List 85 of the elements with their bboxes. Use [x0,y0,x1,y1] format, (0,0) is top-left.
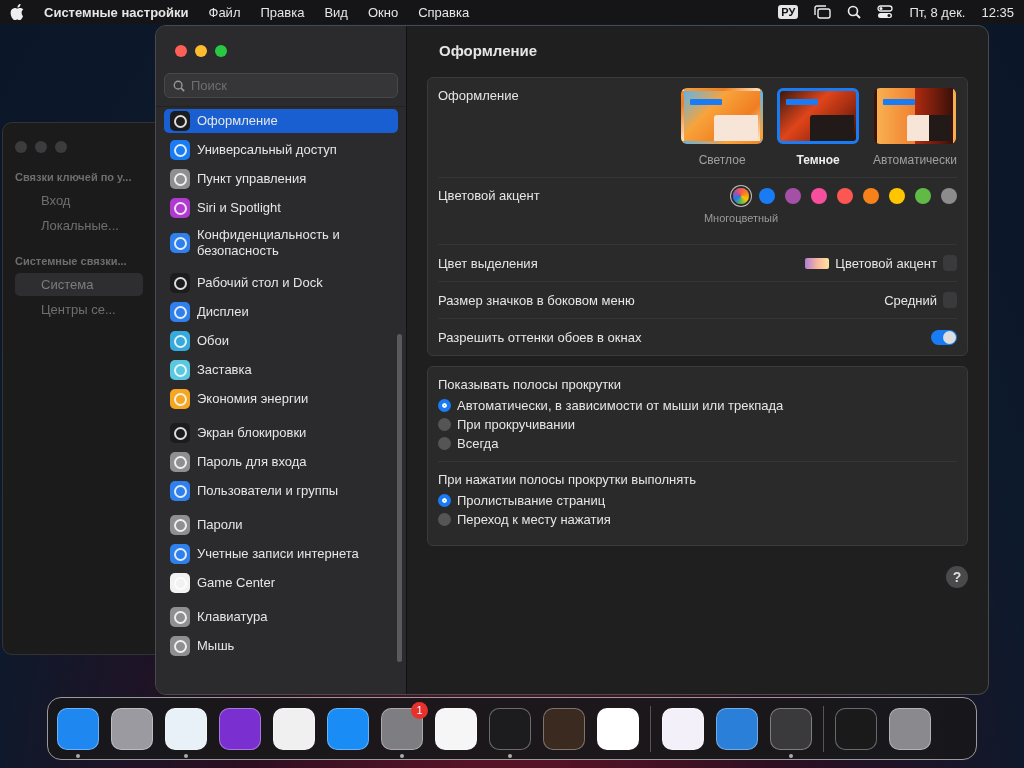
accent-color-swatch[interactable] [759,188,775,204]
running-indicator [789,753,793,758]
running-indicator [76,753,80,758]
scrollbar[interactable] [397,334,402,662]
menu-item[interactable]: Правка [260,4,305,20]
windows-icon[interactable] [814,5,832,19]
sidebar-item[interactable]: Оформление [164,109,398,133]
accent-color-swatch[interactable] [785,188,801,204]
appearance-option[interactable]: Темное [777,88,860,167]
menu-bar-date[interactable]: Пт, 8 дек. [909,4,966,20]
app-icon[interactable] [273,707,315,750]
sidebar-item[interactable]: Дисплеи [164,300,398,324]
app-icon[interactable] [381,707,423,750]
running-indicator [184,753,188,758]
search-field[interactable]: Поиск [164,73,398,98]
page-title: Оформление [439,42,539,59]
setting-label: Цветовой акцент [438,188,540,203]
setting-label: Разрешить оттенки обоев в окнах [438,329,642,345]
menu-item[interactable]: Окно [367,4,399,20]
control-center-icon[interactable] [877,5,894,19]
sidebar-item[interactable]: Экран блокировки [164,421,398,445]
accent-color-swatch[interactable] [889,188,905,204]
group-title: Показывать полосы прокрутки [438,377,623,392]
app-icon[interactable] [165,707,207,750]
help-button[interactable]: ? [946,566,968,588]
menu-bar-time[interactable]: 12:35 [981,4,1014,20]
sidebar-item[interactable]: Пользователи и группы [164,479,398,503]
sidebar-item[interactable]: Учетные записи интернета [164,542,398,566]
input-source-indicator[interactable]: РУ [778,5,799,19]
menu-item[interactable]: Вид [324,4,348,20]
app-icon[interactable] [435,707,477,750]
highlight-color-popup[interactable]: Цветовой акцент [805,255,957,271]
sidebar-item[interactable]: Конфиденциальность и безопасность [164,225,398,261]
toggle-switch[interactable] [931,329,957,345]
radio-option[interactable]: При прокручивании [438,415,575,434]
sidebar-item[interactable]: Пароль для входа [164,450,398,474]
sidebar-item[interactable]: Siri и Spotlight [164,196,398,220]
app-icon[interactable] [889,707,931,750]
menu-item[interactable]: Файл [208,4,241,20]
app-icon[interactable] [57,707,99,750]
radio-option[interactable]: Пролистывание страниц [438,491,606,510]
sidebar-item[interactable]: Пункт управления [164,167,398,191]
sidebar-item[interactable]: Game Center [164,571,398,595]
icon-size-popup[interactable]: Средний [884,292,957,308]
app-icon[interactable] [111,707,153,750]
notification-badge: 1 [411,701,428,719]
running-indicator [400,753,404,758]
running-indicator [508,753,512,758]
accent-color-swatch[interactable] [811,188,827,204]
accent-color-swatch[interactable] [733,188,749,204]
search-icon[interactable] [847,5,862,19]
app-icon[interactable] [327,707,369,750]
app-icon[interactable] [662,707,704,750]
sidebar-item[interactable]: Мышь [164,634,398,658]
radio-option[interactable]: Переход к месту нажатия [438,510,611,529]
accent-color-swatch[interactable] [915,188,931,204]
section-header: Системные связки... [15,255,128,267]
minimize-button[interactable] [195,45,207,57]
zoom-button[interactable] [215,45,227,57]
sidebar-item[interactable]: Экономия энергии [164,387,398,411]
accent-color-swatch[interactable] [837,188,853,204]
radio-option[interactable]: Всегда [438,434,499,453]
section-header: Связки ключей по у... [15,171,133,183]
group-title: При нажатии полосы прокрутки выполнять [438,472,698,487]
accent-color-swatch[interactable] [863,188,879,204]
app-icon[interactable] [716,707,758,750]
setting-label: Оформление [438,88,519,103]
setting-label: Размер значков в боковом меню [438,292,635,308]
sidebar-item[interactable]: Рабочий стол и Dock [164,271,398,295]
sidebar-item[interactable]: Универсальный доступ [164,138,398,162]
apple-logo-icon[interactable] [10,4,24,20]
radio-option[interactable]: Автоматически, в зависимости от мыши или трекпада [438,396,784,415]
sidebar-item[interactable]: Клавиатура [164,605,398,629]
accent-color-swatch[interactable] [941,188,957,204]
appearance-option[interactable]: Светлое [681,88,764,167]
close-button[interactable] [175,45,187,57]
app-name-menu[interactable]: Системные настройки [44,4,189,20]
sidebar-item[interactable]: Заставка [164,358,398,382]
sidebar-item[interactable]: Пароли [164,513,398,537]
menu-item[interactable]: Справка [418,4,470,20]
accent-color-name: Многоцветный [703,212,779,224]
sidebar-item[interactable]: Обои [164,329,398,353]
app-icon[interactable] [597,707,639,750]
setting-label: Цвет выделения [438,255,538,271]
appearance-option[interactable]: Автоматически [873,88,957,167]
